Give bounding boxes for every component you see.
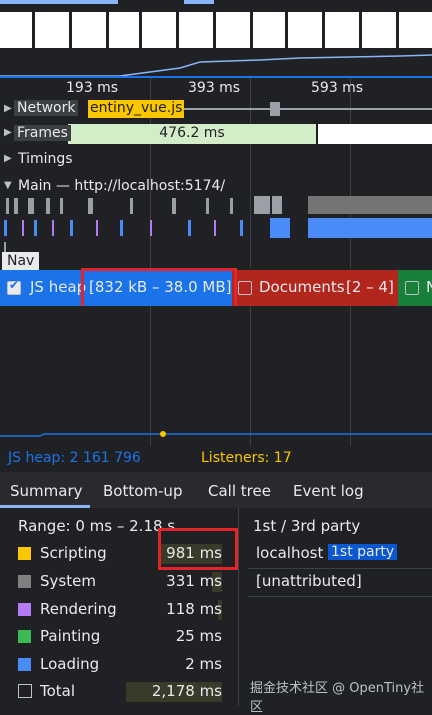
row-divider <box>248 568 432 569</box>
summary-label: Scripting <box>40 544 107 562</box>
screenshot-thumbnail[interactable] <box>35 12 71 48</box>
tab-bottom-up[interactable]: Bottom-up <box>103 482 182 500</box>
expand-arrow-icon[interactable]: ▶ <box>4 127 12 138</box>
track-label-network: Network <box>14 100 79 116</box>
cpu-overview-chart[interactable] <box>0 50 432 78</box>
filmstrip <box>0 0 432 50</box>
screenshot-thumbnail[interactable] <box>179 12 215 48</box>
nav-marker-label: Nav <box>2 252 40 270</box>
summary-value: 331 ms <box>166 572 222 590</box>
frame-bar[interactable] <box>318 124 432 144</box>
screenshot-thumbnail[interactable] <box>216 12 252 48</box>
nodes-checkbox[interactable] <box>405 281 419 295</box>
loading-swatch <box>18 658 31 671</box>
system-swatch <box>18 575 31 588</box>
third-party-header: 1st / 3rd party <box>253 517 361 535</box>
screenshot-thumbnail[interactable] <box>288 12 324 48</box>
scripting-swatch <box>18 547 31 560</box>
rendering-swatch <box>18 603 31 616</box>
summary-row-rendering: Rendering 118 ms <box>0 598 238 626</box>
flame-chart[interactable] <box>0 196 432 266</box>
third-party-name: localhost <box>256 544 324 562</box>
summary-row-total: Total 2,178 ms <box>0 680 238 708</box>
summary-row-system: System 331 ms <box>0 570 238 598</box>
documents-label: Documents <box>259 278 345 296</box>
first-party-badge: 1st party <box>328 544 398 560</box>
screenshot-thumbnail[interactable] <box>399 12 432 48</box>
ruler-tick-label: 593 ms <box>311 80 364 96</box>
network-request-bar[interactable]: entiny_vue.js... <box>88 100 196 118</box>
screenshot-thumbnail[interactable] <box>253 12 287 48</box>
screenshot-thumbnail[interactable] <box>72 12 108 48</box>
summary-row-loading: Loading 2 ms <box>0 653 238 681</box>
frame-bar[interactable]: 476.2 ms <box>68 124 316 144</box>
summary-label: Loading <box>40 655 100 673</box>
frames-track[interactable]: ▶ 476.2 ms Frames <box>0 122 432 147</box>
memory-line <box>0 431 432 437</box>
summary-label: System <box>40 572 96 590</box>
screenshot-thumbnail[interactable] <box>362 12 398 48</box>
third-party-row[interactable]: localhost 1st party <box>248 542 432 568</box>
memory-stats: JS heap: 2 161 796 Listeners: 17 <box>0 446 432 472</box>
main-thread-track[interactable]: ▼ Main — http://localhost:5174/ <box>0 174 432 270</box>
summary-value: 2,178 ms <box>151 682 222 700</box>
network-request-label: entiny_vue.js... <box>90 100 196 116</box>
network-track[interactable]: ▶ entiny_vue.js... Network <box>0 97 432 122</box>
screenshot-thumbnail[interactable] <box>325 12 361 48</box>
collapse-arrow-icon[interactable]: ▼ <box>4 180 12 191</box>
highlight-box <box>158 528 238 570</box>
filmstrip-progress <box>184 0 214 4</box>
frame-duration: 476.2 ms <box>159 125 225 141</box>
summary-value: 25 ms <box>175 627 222 645</box>
row-divider <box>248 596 432 597</box>
track-label-timings: Timings <box>18 151 73 167</box>
timings-track[interactable]: ▶ Timings <box>0 147 432 172</box>
screenshot-thumbnail[interactable] <box>142 12 178 48</box>
documents-checkbox[interactable] <box>238 281 252 295</box>
summary-range: Range: 0 ms – 2.18 s <box>18 517 176 535</box>
ruler-tick-label: 393 ms <box>188 80 241 96</box>
nav-marker-text: Nav <box>7 253 35 269</box>
js-heap-stat: JS heap: 2 161 796 <box>8 450 141 466</box>
third-party-row[interactable]: [unattributed] <box>248 570 432 596</box>
summary-row-painting: Painting 25 ms <box>0 625 238 653</box>
highlight-box <box>81 268 237 310</box>
cpu-overview-graph <box>0 54 432 78</box>
check-icon: ✔ <box>9 278 20 292</box>
expand-arrow-icon[interactable]: ▶ <box>4 103 12 114</box>
network-request-bar[interactable] <box>270 102 280 116</box>
js-heap-checkbox[interactable]: ✔ <box>7 278 21 295</box>
expand-arrow-icon[interactable]: ▶ <box>4 153 12 164</box>
painting-swatch <box>18 630 31 643</box>
total-swatch <box>18 684 32 698</box>
tab-call-tree[interactable]: Call tree <box>208 482 271 500</box>
listeners-stat: Listeners: 17 <box>201 450 292 466</box>
summary-label: Total <box>40 682 76 700</box>
track-label-frames: Frames <box>14 125 71 141</box>
track-label-main: Main — http://localhost:5174/ <box>18 178 226 194</box>
network-request-line <box>184 108 432 110</box>
panel-divider <box>238 508 239 706</box>
memory-graph[interactable] <box>0 306 432 446</box>
ruler-tick-label: 193 ms <box>66 80 119 96</box>
summary-label: Painting <box>40 627 101 645</box>
nodes-label: N <box>426 278 432 296</box>
filmstrip-progress <box>0 0 118 4</box>
tab-summary[interactable]: Summary <box>10 482 83 500</box>
summary-value: 2 ms <box>185 655 222 673</box>
js-heap-label: JS heap <box>30 278 87 296</box>
summary-value: 118 ms <box>166 600 222 618</box>
third-party-name: [unattributed] <box>256 572 362 590</box>
summary-label: Rendering <box>40 600 117 618</box>
screenshot-thumbnail[interactable] <box>109 12 141 48</box>
screenshot-thumbnail[interactable] <box>0 12 34 48</box>
tab-event-log[interactable]: Event log <box>293 482 364 500</box>
documents-range: [2 – 4] <box>346 278 394 296</box>
watermark: 掘金技术社区 @ OpenTiny社区 <box>250 681 425 715</box>
